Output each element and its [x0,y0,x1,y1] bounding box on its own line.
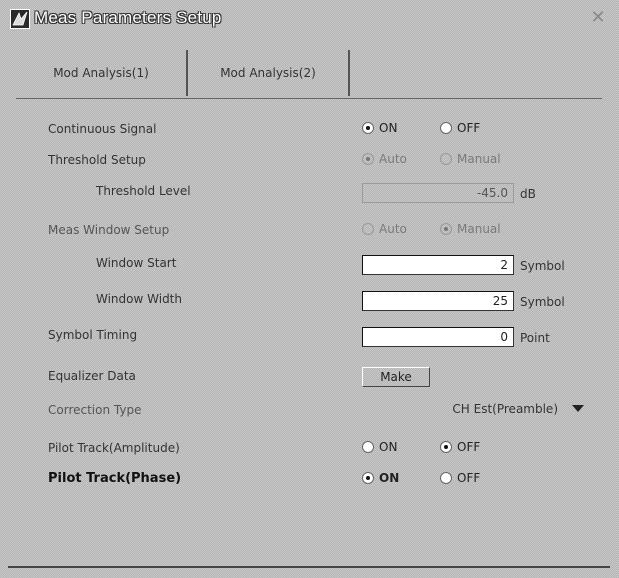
pilot-amplitude-off-radio[interactable]: OFF [440,440,480,454]
threshold-auto-radio: Auto [362,152,407,166]
threshold-setup-label: Threshold Setup [48,153,146,167]
app-icon [10,9,30,29]
close-icon[interactable]: ✕ [588,8,608,28]
dialog-bottom-border [8,566,610,568]
symbol-timing-label: Symbol Timing [48,328,138,342]
window-width-label: Window Width [96,292,182,306]
title-bar: Meas Parameters Setup ✕ [6,6,610,32]
meas-window-setup-label: Meas Window Setup [48,223,170,237]
continuous-signal-off-radio[interactable]: OFF [440,121,480,135]
continuous-signal-label: Continuous Signal [48,122,157,136]
threshold-manual-radio: Manual [440,152,501,166]
radio-empty-icon [440,122,452,134]
radio-selected-icon [440,441,452,453]
make-button[interactable]: Make [362,367,430,387]
window-start-unit: Symbol [520,259,565,273]
pilot-phase-on-radio[interactable]: ON [362,471,399,485]
correction-type-select[interactable]: CH Est(Preamble) [362,400,590,420]
chevron-down-icon [572,405,584,412]
correction-type-label: Correction Type [48,403,142,417]
window-width-unit: Symbol [520,295,565,309]
threshold-level-input: -45.0 [362,183,514,203]
tab-mod-analysis-2[interactable]: Mod Analysis(2) [188,50,350,96]
correction-type-value: CH Est(Preamble) [452,402,558,416]
tab-mod-analysis-1[interactable]: Mod Analysis(1) [16,50,188,96]
radio-empty-icon [362,223,374,235]
radio-empty-icon [440,153,452,165]
window-start-input[interactable]: 2 [362,255,514,275]
symbol-timing-unit: Point [520,331,550,345]
threshold-level-unit: dB [520,187,536,201]
tab-divider [16,98,602,99]
pilot-amplitude-on-radio[interactable]: ON [362,440,397,454]
symbol-timing-input[interactable]: 0 [362,327,514,347]
meas-window-manual-radio: Manual [440,222,501,236]
equalizer-data-label: Equalizer Data [48,369,136,383]
radio-selected-icon [362,122,374,134]
threshold-level-label: Threshold Level [96,184,191,198]
meas-window-auto-radio: Auto [362,222,407,236]
radio-selected-icon [362,153,374,165]
radio-selected-icon [440,223,452,235]
radio-empty-icon [362,441,374,453]
window-width-input[interactable]: 25 [362,291,514,311]
radio-empty-icon [440,472,452,484]
continuous-signal-on-radio[interactable]: ON [362,121,397,135]
pilot-track-amplitude-label: Pilot Track(Amplitude) [48,441,180,455]
window-title: Meas Parameters Setup [34,8,222,27]
pilot-track-phase-label: Pilot Track(Phase) [48,471,182,486]
window-start-label: Window Start [96,256,177,270]
pilot-phase-off-radio[interactable]: OFF [440,471,480,485]
radio-selected-icon [362,472,374,484]
